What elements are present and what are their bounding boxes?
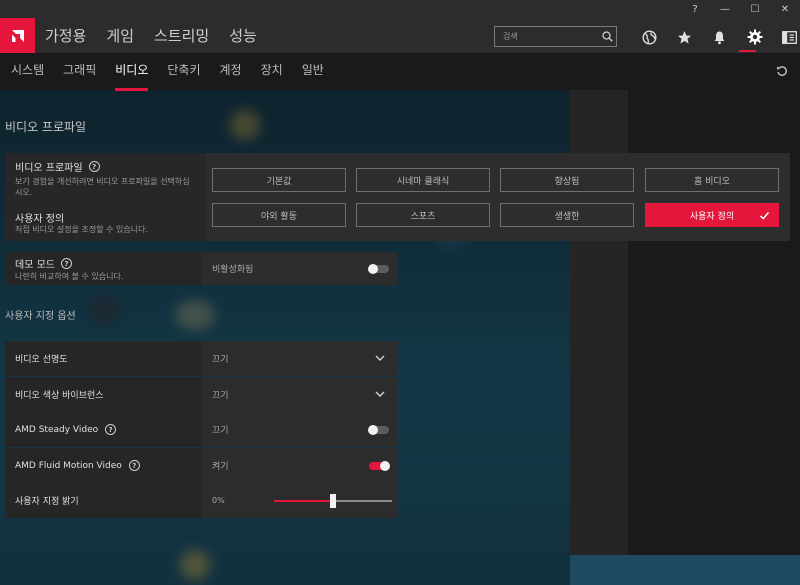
globe-icon[interactable] — [632, 26, 667, 48]
vibrance-label-text: 비디오 색상 바이브런스 — [15, 391, 104, 401]
tab-graphics[interactable]: 그래픽 — [63, 62, 96, 79]
nav-tab-gaming[interactable]: 게임 — [106, 24, 134, 48]
profile-button-outdoor[interactable]: 야외 활동 — [212, 203, 346, 227]
steady-video-toggle[interactable] — [368, 425, 389, 435]
tab-general[interactable]: 일반 — [302, 62, 324, 79]
profile-button-custom-label: 사용자 정의 — [689, 211, 735, 222]
profile-button-enhanced[interactable]: 향상됨 — [500, 168, 634, 192]
nav-tab-performance[interactable]: 성능 — [229, 24, 257, 48]
steady-video-label-text: AMD Steady Video — [15, 424, 99, 435]
vibrance-value[interactable]: 끄기 — [212, 377, 229, 412]
fluid-motion-toggle[interactable] — [369, 461, 390, 471]
steady-video-label: AMD Steady Video ? — [15, 412, 117, 447]
tab-system[interactable]: 시스템 — [11, 62, 44, 79]
nav-tab-streaming[interactable]: 스트리밍 — [154, 24, 209, 48]
close-button[interactable]: ✕ — [770, 0, 800, 18]
sharpness-row: 비디오 선명도 끄기 — [5, 341, 397, 376]
fluid-motion-row: AMD Fluid Motion Video ? 켜기 — [5, 448, 397, 483]
sharpness-label-text: 비디오 선명도 — [15, 355, 68, 365]
minimize-button[interactable]: — — [710, 0, 740, 18]
gear-icon[interactable] — [737, 26, 772, 48]
section-title-custom-options: 사용자 지정 옵션 — [5, 311, 76, 322]
video-profile-card: 비디오 프로파일 ? 보기 경험을 개선하려면 비디오 프로파일을 선택하십시오… — [5, 153, 790, 241]
active-indicator — [739, 50, 756, 52]
search-box[interactable] — [494, 26, 617, 47]
row-value-panel — [202, 448, 397, 483]
slider-fill — [274, 500, 333, 502]
window-controls: ? — ☐ ✕ — [680, 0, 800, 18]
star-icon[interactable] — [667, 26, 702, 48]
demo-mode-title-text: 데모 모드 — [15, 260, 55, 271]
vibrance-row: 비디오 색상 바이브런스 끄기 — [5, 377, 397, 412]
tab-account[interactable]: 계정 — [220, 62, 242, 79]
help-icon[interactable]: ? — [60, 258, 72, 269]
sharpness-value[interactable]: 끄기 — [212, 341, 229, 376]
sharpness-label: 비디오 선명도 — [15, 341, 68, 376]
fluid-motion-label: AMD Fluid Motion Video ? — [15, 448, 140, 483]
brightness-value: 0% — [212, 496, 225, 505]
checkmark-icon — [759, 212, 770, 220]
row-value-panel[interactable] — [202, 377, 397, 412]
profile-title: 비디오 프로파일 ? — [15, 159, 100, 174]
search-input[interactable] — [495, 32, 598, 41]
section-title-video-profile: 비디오 프로파일 — [5, 120, 87, 134]
help-icon[interactable]: ? — [88, 161, 100, 172]
slider-thumb[interactable] — [330, 494, 336, 508]
demo-mode-row: 데모 모드 ? 나란히 비교하여 볼 수 있습니다. 비활성화됨 — [5, 252, 397, 285]
profile-button-sports[interactable]: 스포츠 — [356, 203, 490, 227]
background-panel — [570, 555, 800, 585]
main-nav: 가정용 게임 스트리밍 성능 — [45, 24, 257, 48]
settings-subnav: 시스템 그래픽 비디오 단축키 계정 장치 일반 — [0, 53, 800, 91]
help-icon[interactable]: ? — [105, 424, 117, 435]
amd-logo[interactable] — [0, 18, 35, 53]
top-bar: ? — ☐ ✕ 가정용 게임 스트리밍 성능 — [0, 0, 800, 53]
profile-button-custom[interactable]: 사용자 정의 — [645, 203, 779, 227]
bell-icon[interactable] — [702, 26, 737, 48]
tab-video[interactable]: 비디오 — [115, 62, 149, 91]
steady-video-row: AMD Steady Video ? 끄기 — [5, 412, 397, 447]
brightness-label: 사용자 지정 밝기 — [15, 483, 79, 518]
reset-icon[interactable] — [774, 63, 790, 79]
profile-description: 보기 경험을 개선하려면 비디오 프로파일을 선택하십시오. — [15, 177, 190, 197]
profile-button-cinema-classic[interactable]: 시네마 클래식 — [356, 168, 490, 192]
profile-button-default[interactable]: 기본값 — [212, 168, 346, 192]
nav-tab-home[interactable]: 가정용 — [45, 24, 86, 48]
row-value-panel[interactable] — [202, 341, 397, 376]
profile-button-home-video[interactable]: 홈 비디오 — [645, 168, 779, 192]
custom-description: 직접 비디오 설정을 조정할 수 있습니다. — [15, 225, 149, 234]
brightness-row: 0% 사용자 지정 밝기 — [5, 483, 397, 518]
help-window-button[interactable]: ? — [680, 0, 710, 18]
demo-mode-value: 비활성화됨 — [212, 265, 254, 275]
row-value-panel: 0% — [202, 483, 397, 518]
demo-mode-title: 데모 모드 ? — [15, 256, 72, 271]
amd-logo-icon — [11, 29, 24, 42]
tab-devices[interactable]: 장치 — [261, 62, 283, 79]
maximize-button[interactable]: ☐ — [740, 0, 770, 18]
profile-title-text: 비디오 프로파일 — [15, 163, 83, 174]
fluid-motion-label-text: AMD Fluid Motion Video — [15, 460, 122, 471]
steady-video-value: 끄기 — [212, 426, 229, 436]
chevron-down-icon[interactable] — [375, 390, 385, 398]
demo-mode-toggle[interactable] — [368, 264, 389, 274]
sidebar-icon[interactable] — [772, 26, 800, 48]
profile-options-panel — [206, 153, 790, 241]
tab-hotkeys[interactable]: 단축키 — [167, 62, 200, 79]
fluid-motion-value: 켜기 — [212, 462, 229, 472]
search-icon[interactable] — [598, 31, 616, 42]
top-icons — [632, 26, 800, 48]
custom-title-text: 사용자 정의 — [15, 214, 65, 225]
profile-button-vivid[interactable]: 생생한 — [500, 203, 634, 227]
brightness-slider[interactable] — [274, 494, 392, 508]
chevron-down-icon[interactable] — [375, 354, 385, 362]
vibrance-label: 비디오 색상 바이브런스 — [15, 377, 104, 412]
demo-mode-description: 나란히 비교하여 볼 수 있습니다. — [15, 272, 124, 281]
help-icon[interactable]: ? — [128, 460, 140, 471]
brightness-label-text: 사용자 지정 밝기 — [15, 497, 79, 507]
custom-title: 사용자 정의 — [15, 210, 64, 225]
